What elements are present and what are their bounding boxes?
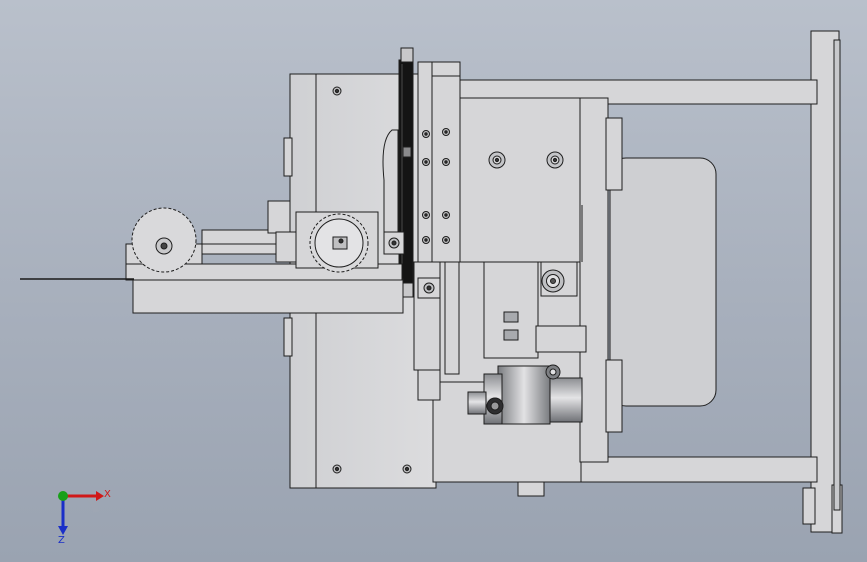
model-edge-rect xyxy=(132,278,404,314)
model-edge-rect xyxy=(483,261,539,359)
linear-slider xyxy=(439,261,587,383)
model-edge-polygon xyxy=(96,491,104,501)
model-edge-rect xyxy=(417,369,441,401)
model-edge-circle xyxy=(338,238,344,244)
model-edge-rect xyxy=(503,329,519,341)
model-edge-rect xyxy=(400,47,414,63)
model-edge-rect xyxy=(517,481,545,497)
model-edge-rect xyxy=(402,146,412,158)
model-edge-circle xyxy=(552,157,558,163)
model-edge-rect xyxy=(283,137,293,177)
model-edge-rect xyxy=(431,61,461,77)
model-edge-circle xyxy=(424,213,428,217)
model-edge-circle xyxy=(424,132,428,136)
model-edge-circle xyxy=(426,285,432,291)
model-edge-rect xyxy=(398,59,414,297)
model-edge-rect xyxy=(535,325,587,353)
z-axis-label: Z xyxy=(58,535,65,546)
screw-head xyxy=(334,88,340,94)
motor-body xyxy=(609,157,717,407)
model-edge-g xyxy=(20,30,843,534)
model-edge-circle xyxy=(444,130,448,134)
model-edge-circle xyxy=(424,160,428,164)
model-edge-circle xyxy=(444,238,448,242)
x-axis-label: X xyxy=(104,489,111,500)
model-edge-circle xyxy=(424,238,428,242)
y-axis-dot xyxy=(58,491,68,501)
model-edge-circle xyxy=(444,160,448,164)
model-edge-rect xyxy=(579,97,609,463)
model-edge-circle xyxy=(444,213,448,217)
model-edge-circle xyxy=(490,401,500,411)
model-edge-rect xyxy=(833,39,841,511)
model-edge-circle xyxy=(391,240,397,246)
model-edge-rect xyxy=(201,229,277,245)
model-edge-rect xyxy=(497,365,551,425)
model-edge-circle xyxy=(550,278,556,284)
model-edge-circle xyxy=(160,242,168,250)
timing-belt xyxy=(398,47,414,298)
model-edge-rect xyxy=(283,317,293,357)
model-edge-rect xyxy=(267,200,291,234)
screw-head xyxy=(404,466,410,472)
model-edge-rect xyxy=(547,377,583,423)
model-edge-rect xyxy=(605,359,623,433)
model-edge-rect xyxy=(503,311,519,323)
model-edge-rect xyxy=(275,231,297,263)
idler-wheel xyxy=(125,207,203,273)
model-edge-polygon xyxy=(58,526,68,535)
cad-viewport[interactable]: X Z xyxy=(0,0,867,562)
cad-model-view[interactable]: X Z xyxy=(0,0,867,562)
model-edge-rect xyxy=(444,261,460,375)
screw-head xyxy=(334,466,340,472)
coordinate-triad: X Z xyxy=(58,489,111,546)
model-edge-circle xyxy=(549,368,557,376)
model-edge-rect xyxy=(467,391,487,415)
model-edge-circle xyxy=(494,157,500,163)
model-edge-rect xyxy=(802,487,816,525)
feed-gear xyxy=(309,213,369,273)
model-edge-rect xyxy=(605,117,623,191)
